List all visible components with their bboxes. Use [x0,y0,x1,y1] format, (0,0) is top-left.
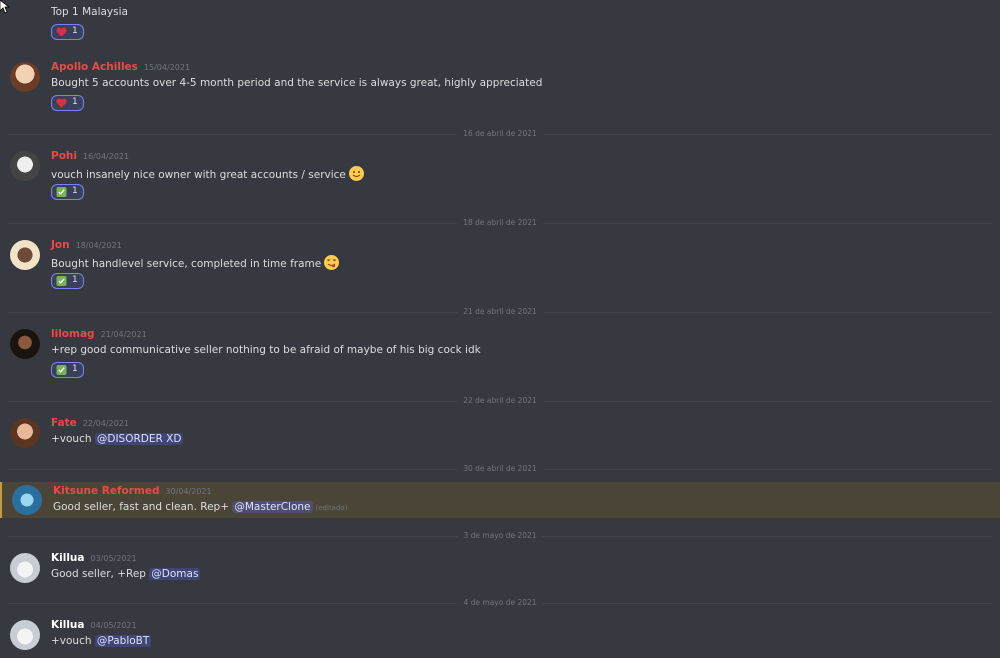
user-mention[interactable]: @Domas [149,568,201,580]
chat-message: Top 1 Malaysia 1 [0,0,1000,45]
message-content: Bought handlevel service, completed in t… [51,255,340,270]
message-header: Fate 22/04/2021 [51,417,129,429]
slightly-smiling-face-icon [348,166,364,181]
chat-message-highlighted: Kitsune Reformed 30/04/2021 Good seller, … [0,482,1000,518]
chat-message: lilomag 21/04/2021 +rep good communicativ… [0,325,1000,385]
reaction-check[interactable]: 1 [51,362,84,378]
author-name[interactable]: lilomag [51,328,95,340]
timestamp: 21/04/2021 [100,330,147,339]
message-content: Bought 5 accounts over 4-5 month period … [51,77,543,89]
heart-icon [56,98,67,108]
chat-message: Pohi 16/04/2021 vouch insanely nice owner… [0,147,1000,207]
reaction-heart[interactable]: 1 [51,24,84,40]
avatar[interactable] [10,620,40,650]
reaction-count: 1 [72,26,78,36]
author-name[interactable]: Kitsune Reformed [53,485,159,497]
message-content: Good seller, +Rep @Domas [51,568,201,580]
avatar[interactable] [10,151,40,181]
author-name[interactable]: Apollo Achilles [51,61,138,73]
message-header: Killua 03/05/2021 [51,552,137,564]
timestamp: 03/05/2021 [90,554,137,563]
author-name[interactable]: Jon [51,239,70,251]
reaction-count: 1 [72,97,78,107]
white-check-mark-icon [56,365,67,375]
user-mention[interactable]: @PabloBT [94,635,152,647]
message-content: +rep good communicative seller nothing t… [51,344,481,356]
date-divider: 21 de abril de 2021 [0,307,1000,317]
chat-message: Jon 18/04/2021 Bought handlevel service, … [0,236,1000,296]
author-name[interactable]: Killua [51,619,85,631]
white-check-mark-icon [56,187,67,197]
date-divider: 16 de abril de 2021 [0,129,1000,139]
chat-message: Apollo Achilles 15/04/2021 Bought 5 accou… [0,58,1000,118]
avatar[interactable] [10,418,40,448]
reaction-count: 1 [72,364,78,374]
timestamp: 04/05/2021 [90,621,137,630]
timestamp: 22/04/2021 [82,419,129,428]
message-header: Pohi 16/04/2021 [51,150,129,162]
reaction-check[interactable]: 1 [51,273,84,289]
user-mention[interactable]: @MasterClone [232,501,313,513]
date-divider: 18 de abril de 2021 [0,218,1000,228]
message-content: vouch insanely nice owner with great acc… [51,166,364,181]
message-header: Apollo Achilles 15/04/2021 [51,61,190,73]
avatar[interactable] [12,485,42,515]
message-header: Jon 18/04/2021 [51,239,122,251]
white-check-mark-icon [56,276,67,286]
message-header: lilomag 21/04/2021 [51,328,147,340]
edited-label: (editado) [315,504,348,512]
chat-message-list: Top 1 Malaysia 1 Apollo Achilles 15/04/20… [0,0,1000,658]
chat-message: Killua 03/05/2021 Good seller, +Rep @Doma… [0,549,1000,589]
message-content: +vouch @DISORDER XD [51,433,184,445]
reaction-check[interactable]: 1 [51,184,84,200]
date-divider: 22 de abril de 2021 [0,396,1000,406]
avatar[interactable] [10,240,40,270]
chat-message: Fate 22/04/2021 +vouch @DISORDER XD [0,414,1000,459]
timestamp: 15/04/2021 [143,63,191,72]
timestamp: 18/04/2021 [75,241,122,250]
message-header: Killua 04/05/2021 [51,619,137,631]
author-name[interactable]: Pohi [51,150,77,162]
date-divider: 3 de mayo de 2021 [0,531,1000,541]
heart-icon [56,27,67,37]
face-savoring-food-icon [324,255,340,270]
date-divider: 4 de mayo de 2021 [0,598,1000,608]
reaction-heart[interactable]: 1 [51,95,84,111]
avatar[interactable] [10,329,40,359]
message-content: Good seller, fast and clean. Rep+ @Maste… [53,501,348,513]
message-header: Kitsune Reformed 30/04/2021 [53,485,212,497]
date-divider: 30 de abril de 2021 [0,464,1000,474]
avatar[interactable] [10,62,40,92]
reaction-count: 1 [72,275,78,285]
author-name[interactable]: Fate [51,417,77,429]
user-mention[interactable]: @DISORDER XD [94,433,184,445]
author-name[interactable]: Killua [51,552,85,564]
reaction-count: 1 [72,186,78,196]
chat-message: Killua 04/05/2021 +vouch @PabloBT [0,616,1000,656]
avatar[interactable] [10,553,40,583]
message-content: Top 1 Malaysia [51,6,128,18]
timestamp: 30/04/2021 [165,487,212,496]
message-content: +vouch @PabloBT [51,635,152,647]
timestamp: 16/04/2021 [82,152,130,161]
